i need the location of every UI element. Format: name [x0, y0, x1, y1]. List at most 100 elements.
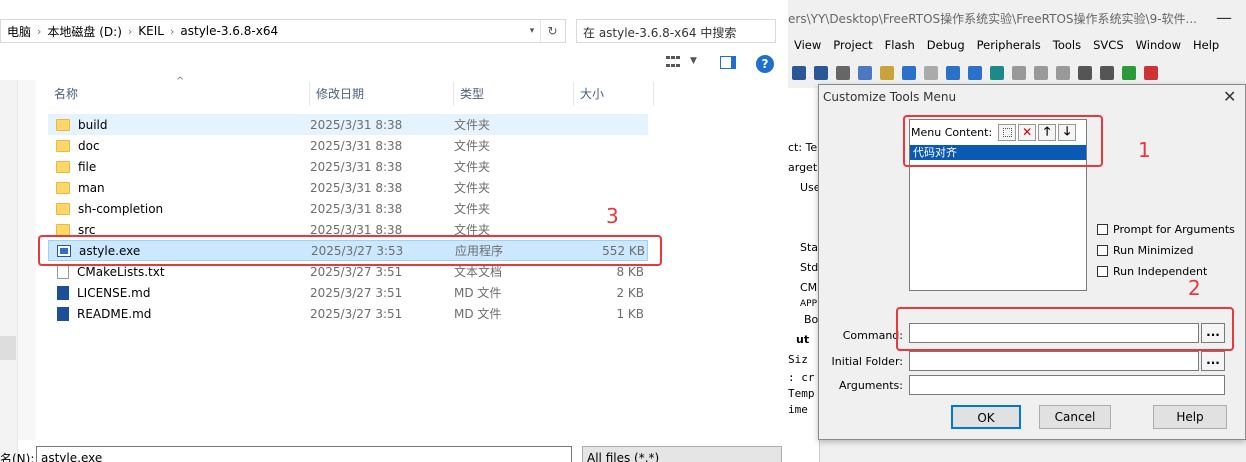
command-label: Command:: [842, 329, 903, 342]
undo-icon[interactable]: [902, 66, 916, 80]
folder-icon: [56, 181, 70, 194]
checkbox-label: Prompt for Arguments: [1113, 222, 1235, 236]
initial-folder-input[interactable]: [909, 351, 1199, 371]
bookmark-icon[interactable]: [990, 66, 1004, 80]
view-dropdown-icon[interactable]: ▼: [690, 56, 697, 66]
project-panel[interactable]: ct: Ter arget 1 Use Star Stdl CM APP Bo …: [788, 88, 820, 462]
file-type: 文件夹: [454, 139, 491, 153]
file-row[interactable]: sh-completion 2025/3/31 8:38 文件夹: [48, 198, 648, 219]
filename-input[interactable]: astyle.exe: [36, 446, 572, 462]
books-tab[interactable]: Bo: [788, 310, 819, 330]
file-type-filter[interactable]: All files (*.*): [582, 446, 782, 462]
project-item[interactable]: arget 1: [788, 158, 819, 178]
address-bar[interactable]: 电脑 › 本地磁盘 (D:) › KEIL › astyle-3.6.8-x64: [0, 19, 566, 43]
menu-help[interactable]: Help: [1187, 38, 1225, 58]
column-size[interactable]: 大小: [574, 82, 654, 106]
file-row[interactable]: man 2025/3/31 8:38 文件夹: [48, 177, 648, 198]
menu-view[interactable]: View: [788, 38, 827, 58]
project-item[interactable]: CM: [788, 278, 819, 298]
indent-icon[interactable]: [1078, 66, 1092, 80]
file-row[interactable]: README.md 2025/3/27 3:51 MD 文件 1 KB: [48, 303, 648, 324]
checkbox-icon[interactable]: [1097, 244, 1108, 256]
uncomment-icon[interactable]: [1144, 66, 1158, 80]
comment-icon[interactable]: [1122, 66, 1136, 80]
file-type: 文件夹: [454, 160, 491, 174]
project-item[interactable]: APP: [788, 298, 819, 310]
address-dropdown-icon[interactable]: ▾: [524, 20, 540, 42]
checkbox-icon[interactable]: [1097, 223, 1108, 235]
file-date: 2025/3/27 3:51: [310, 264, 403, 279]
column-name[interactable]: 名称: [48, 82, 310, 106]
checkbox-icon[interactable]: [1097, 265, 1108, 277]
save-all-icon[interactable]: [814, 66, 828, 80]
run-minimized-checkbox[interactable]: Run Minimized: [1097, 242, 1193, 258]
annotation-box-1: [903, 115, 1103, 167]
view-options-icon[interactable]: [666, 56, 680, 70]
minimize-icon[interactable]: —: [1216, 8, 1232, 27]
keil-toolbar: [788, 62, 1246, 84]
project-item[interactable]: Star: [788, 238, 819, 258]
file-name: README.md: [77, 306, 152, 321]
menu-project[interactable]: Project: [827, 38, 878, 58]
search-input[interactable]: 在 astyle-3.6.8-x64 中搜索: [576, 19, 776, 43]
menu-peripherals[interactable]: Peripherals: [971, 38, 1047, 58]
menu-window[interactable]: Window: [1130, 38, 1187, 58]
file-date: 2025/3/31 8:38: [310, 159, 403, 174]
file-type: MD 文件: [454, 307, 502, 321]
annotation-box-2: [896, 307, 1234, 351]
column-date[interactable]: 修改日期: [310, 82, 454, 106]
project-item[interactable]: ct: Ter: [788, 138, 819, 158]
redo-icon[interactable]: [924, 66, 938, 80]
file-row[interactable]: file 2025/3/31 8:38 文件夹: [48, 156, 648, 177]
navigation-selected-item[interactable]: [0, 336, 16, 360]
bookmark-clear-icon[interactable]: [1056, 66, 1070, 80]
keil-title: ers\YY\Desktop\FreeRTOS操作系统实验\FreeRTOS操作…: [788, 12, 1197, 26]
back-icon[interactable]: [946, 66, 960, 80]
file-row[interactable]: LICENSE.md 2025/3/27 3:51 MD 文件 2 KB: [48, 282, 648, 303]
folder-browse-button[interactable]: ...: [1201, 351, 1225, 371]
ok-button[interactable]: OK: [951, 405, 1021, 429]
file-date: 2025/3/27 3:51: [310, 285, 403, 300]
file-row[interactable]: build 2025/3/31 8:38 文件夹: [48, 114, 648, 135]
project-item[interactable]: [788, 198, 819, 218]
annotation-label-2: 2: [1188, 276, 1201, 300]
file-size: 2 KB: [616, 285, 644, 300]
close-icon[interactable]: ✕: [1223, 87, 1236, 106]
menu-debug[interactable]: Debug: [921, 38, 971, 58]
menu-flash[interactable]: Flash: [879, 38, 921, 58]
paste-icon[interactable]: [880, 66, 894, 80]
cancel-button[interactable]: Cancel: [1039, 405, 1111, 429]
navigation-pane[interactable]: [0, 80, 18, 462]
bookmark-next-icon[interactable]: [1034, 66, 1048, 80]
help-icon[interactable]: ?: [756, 55, 774, 73]
folder-icon: [56, 139, 70, 152]
annotation-label-3: 3: [606, 204, 619, 228]
breadcrumb-astyle[interactable]: astyle-3.6.8-x64: [174, 24, 284, 38]
folder-icon: [56, 202, 70, 215]
breadcrumb-disk-d[interactable]: 本地磁盘 (D:): [41, 23, 127, 40]
save-icon[interactable]: [792, 66, 806, 80]
column-type[interactable]: 类型: [454, 82, 574, 106]
breadcrumb-keil[interactable]: KEIL: [132, 24, 170, 38]
output-line: Temp: [788, 387, 815, 400]
refresh-icon[interactable]: ↻: [540, 20, 564, 42]
project-item[interactable]: [788, 218, 819, 238]
unindent-icon[interactable]: [1100, 66, 1114, 80]
navigation-scrollbar[interactable]: [18, 80, 36, 440]
prompt-arguments-checkbox[interactable]: Prompt for Arguments: [1097, 221, 1235, 237]
project-item[interactable]: Stdl: [788, 258, 819, 278]
copy-icon[interactable]: [858, 66, 872, 80]
file-row[interactable]: doc 2025/3/31 8:38 文件夹: [48, 135, 648, 156]
cut-icon[interactable]: [836, 66, 850, 80]
project-item[interactable]: Use: [788, 178, 819, 198]
arguments-input[interactable]: [909, 375, 1225, 395]
menu-tools[interactable]: Tools: [1047, 38, 1087, 58]
preview-pane-icon[interactable]: [720, 56, 736, 69]
help-button[interactable]: Help: [1153, 405, 1227, 429]
menu-svcs[interactable]: SVCS: [1087, 38, 1130, 58]
forward-icon[interactable]: [968, 66, 982, 80]
folder-icon: [56, 223, 70, 236]
initial-folder-label: Initial Folder:: [831, 355, 903, 368]
bookmark-prev-icon[interactable]: [1012, 66, 1026, 80]
breadcrumb-computer[interactable]: 电脑: [1, 23, 37, 40]
